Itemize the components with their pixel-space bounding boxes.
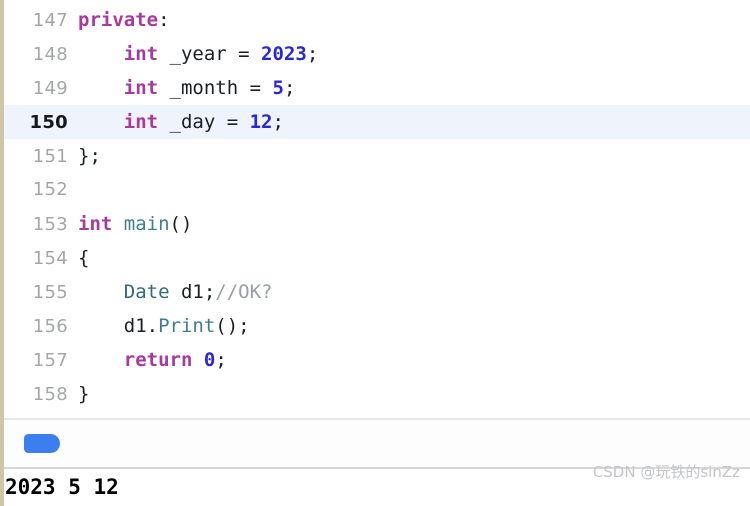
code-token-plain: d1.: [123, 315, 159, 337]
code-token-plain: _year =: [158, 43, 262, 65]
code-token-kw: int: [123, 111, 159, 133]
code-line-text: int _year = 2023;: [78, 37, 750, 71]
line-number: 153: [32, 214, 68, 235]
code-token-fn: Print: [158, 315, 216, 337]
code-line[interactable]: 149 int _month = 5;: [0, 71, 750, 105]
code-token-punc: (): [169, 213, 193, 235]
code-line-text: }: [78, 377, 750, 411]
left-edge-rail: [0, 0, 4, 506]
code-line[interactable]: 147 private:: [0, 3, 750, 37]
code-token-punc: ;: [272, 111, 284, 133]
code-line[interactable]: 152: [0, 173, 750, 207]
line-number: 150: [29, 112, 68, 133]
line-number: 151: [32, 146, 68, 167]
code-line-text: };: [78, 139, 750, 173]
code-editor-pane[interactable]: 147 private: 148 int _year = 2023; 149 int …: [0, 0, 750, 418]
code-line[interactable]: 158}: [0, 377, 750, 411]
code-line[interactable]: 150 int _day = 12;: [0, 105, 750, 139]
console-output-pane: 2023 5 12 CSDN @玩铁的sinZz: [0, 463, 750, 506]
code-token-kw: return: [123, 349, 193, 371]
code-token-plain: _day =: [158, 111, 250, 133]
code-token-fn: main: [123, 213, 170, 235]
code-token-cmt: //OK?: [215, 281, 273, 303]
code-line-text: {: [78, 241, 750, 275]
code-token-plain: d1;: [169, 281, 216, 303]
code-line[interactable]: 148 int _year = 2023;: [0, 37, 750, 71]
code-token-punc: ;: [306, 43, 319, 65]
code-token-kw: int: [123, 77, 159, 99]
code-token-punc: ;: [283, 77, 296, 99]
code-token-num: 12: [249, 111, 273, 133]
code-token-kw: int: [78, 213, 113, 235]
code-line-text: private:: [78, 3, 750, 37]
tag-row: [0, 420, 750, 467]
code-editor-window: 147 private: 148 int _year = 2023; 149 int …: [0, 0, 750, 506]
code-line[interactable]: 154 {: [0, 241, 750, 275]
code-token-punc: };: [78, 145, 101, 167]
code-line[interactable]: 151};: [0, 139, 750, 173]
code-line-list: 147 private: 148 int _year = 2023; 149 int …: [0, 3, 750, 411]
csdn-watermark: CSDN @玩铁的sinZz: [592, 463, 740, 481]
code-line[interactable]: 155 Date d1;//OK?: [0, 275, 750, 309]
code-token-num: 0: [203, 349, 216, 371]
code-line[interactable]: 153 int main(): [0, 207, 750, 241]
code-line-text: int main(): [78, 207, 750, 241]
code-line[interactable]: 157 return 0;: [0, 343, 750, 377]
code-line-text: return 0;: [78, 343, 750, 377]
code-token-punc: }: [78, 383, 90, 405]
line-number: 152: [32, 179, 68, 200]
line-number: 148: [32, 44, 68, 65]
code-token-kw: private: [78, 9, 159, 31]
code-token-num: 5: [272, 77, 284, 99]
blue-tag-marker[interactable]: [24, 434, 60, 453]
line-number: 157: [32, 350, 68, 371]
code-line-text: Date d1;//OK?: [78, 275, 750, 309]
line-number: 155: [32, 282, 68, 303]
code-token-punc: ;: [215, 349, 227, 371]
code-token-punc: ();: [215, 315, 250, 337]
code-line-text: d1.Print();: [78, 309, 750, 343]
code-line[interactable]: 156 d1.Print();: [0, 309, 750, 343]
line-number: 154: [32, 248, 68, 269]
line-number: 147: [32, 10, 68, 31]
line-number: 149: [32, 78, 68, 99]
code-token-punc: {: [78, 247, 90, 269]
code-token-punc: :: [158, 9, 170, 31]
code-token-num: 2023: [261, 43, 307, 65]
code-token-plain: _month =: [158, 77, 273, 99]
line-number: 158: [32, 384, 68, 405]
code-token-type: Date: [123, 281, 170, 303]
code-line-text: int _month = 5;: [78, 71, 750, 105]
code-line-text: int _day = 12;: [78, 105, 750, 139]
code-token-kw: int: [123, 43, 159, 65]
line-number: 156: [32, 316, 68, 337]
